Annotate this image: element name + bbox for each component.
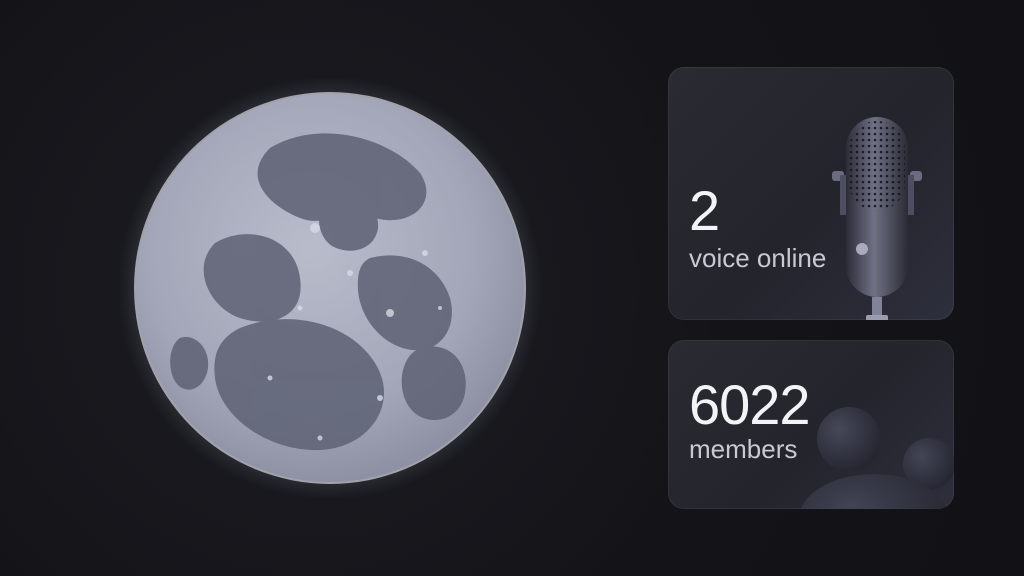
members-count: 6022 <box>689 373 811 436</box>
members-label: members <box>689 434 798 464</box>
voice-online-count: 2 <box>689 179 720 242</box>
server-stats-banner: 2 voice online 6022 members <box>0 0 1024 576</box>
voice-online-label: voice online <box>689 243 827 273</box>
members-card: 6022 members <box>668 340 954 509</box>
voice-online-card: 2 voice online <box>668 67 954 320</box>
moon-illustration <box>120 78 540 498</box>
members-blob-icon <box>794 369 954 509</box>
microphone-icon <box>824 107 944 320</box>
